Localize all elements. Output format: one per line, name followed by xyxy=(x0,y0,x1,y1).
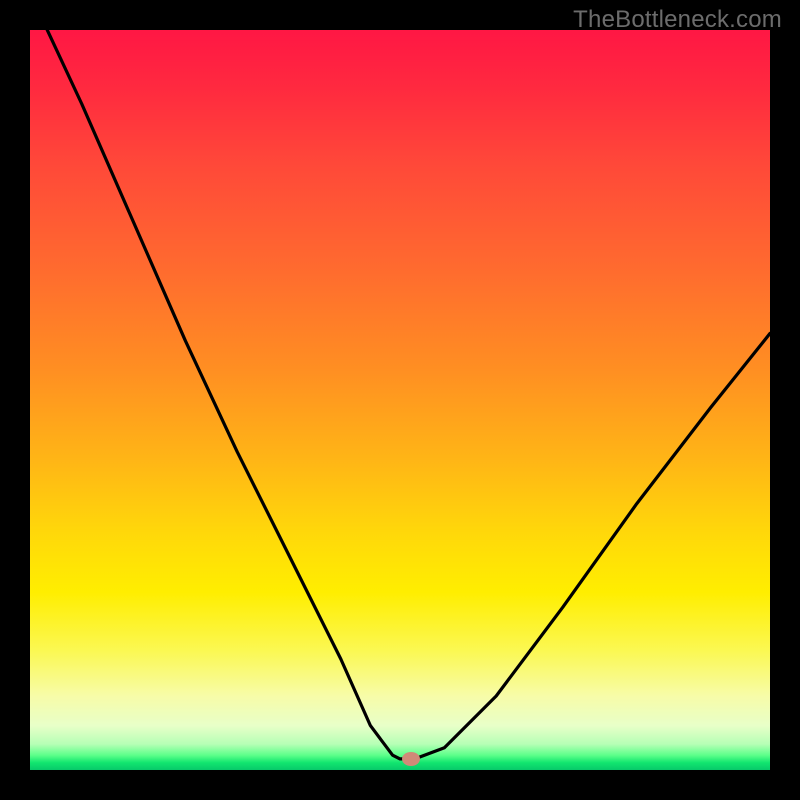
chart-stage: TheBottleneck.com xyxy=(0,0,800,800)
curve-path xyxy=(30,30,770,759)
bottleneck-curve xyxy=(30,30,770,770)
watermark-text: TheBottleneck.com xyxy=(573,6,782,34)
minimum-marker xyxy=(402,752,420,766)
plot-area xyxy=(30,30,770,770)
